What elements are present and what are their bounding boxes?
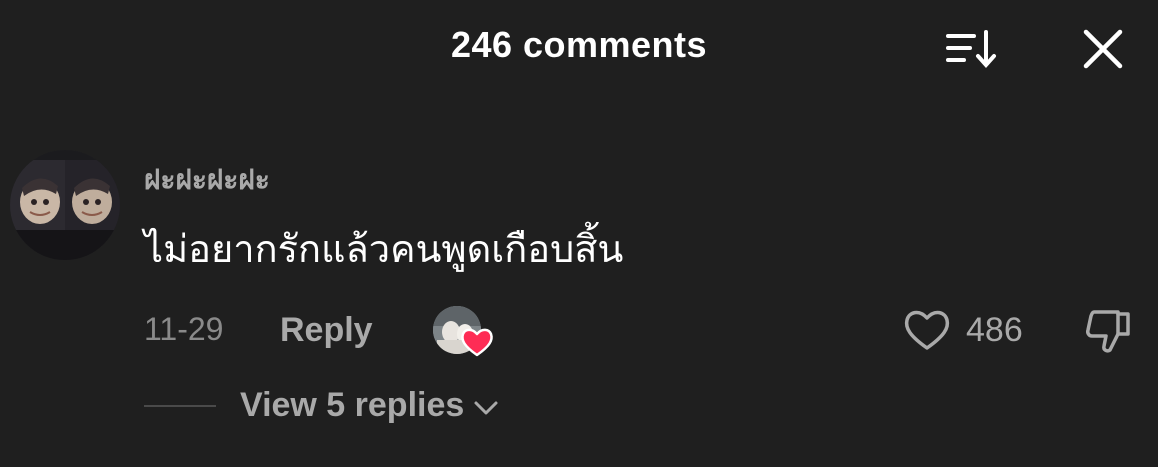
view-replies-label: View 5 replies [240, 386, 465, 424]
heart-outline-icon[interactable] [902, 306, 952, 354]
heart-icon [461, 328, 493, 357]
view-replies-button[interactable]: View 5 replies [240, 386, 500, 425]
reply-button[interactable]: Reply [280, 311, 373, 350]
like-count: 486 [966, 311, 1023, 349]
avatar-image [10, 150, 120, 260]
comment-timestamp: 11-29 [144, 311, 224, 347]
comment-username[interactable]: ฝะฝะฝะฝะ [144, 158, 270, 202]
thumbs-down-icon[interactable] [1082, 304, 1136, 358]
close-icon[interactable] [1080, 26, 1126, 72]
commenter-avatar[interactable] [10, 150, 120, 260]
comment-text: ไม่อยากรักแล้วคนพูดเกือบสิ้น [144, 227, 624, 271]
sort-descending-icon[interactable] [942, 26, 998, 72]
replies-divider [144, 405, 216, 407]
chevron-down-icon [474, 401, 498, 414]
